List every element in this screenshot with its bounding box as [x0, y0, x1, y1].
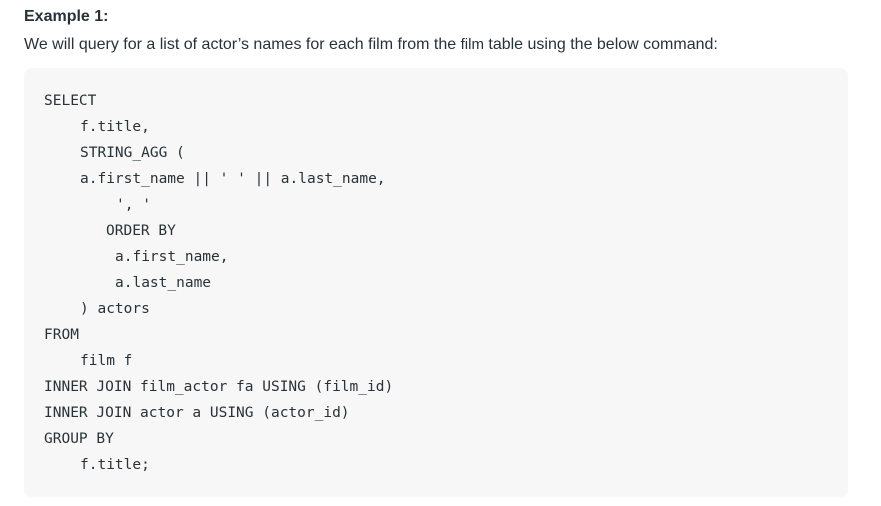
code-block[interactable]: SELECT f.title, STRING_AGG ( a.first_nam… — [24, 68, 848, 497]
code-line: SELECT — [44, 93, 97, 109]
code-line: INNER JOIN film_actor fa USING (film_id) — [44, 379, 394, 395]
intro-text-before: We will query for a list of actor’s name… — [24, 36, 461, 53]
code-line: film f — [80, 353, 133, 369]
code-line: ORDER BY — [106, 223, 176, 239]
code-line: f.title, — [80, 119, 150, 135]
code-line: FROM — [44, 327, 79, 343]
code-line: f.title; — [80, 457, 150, 473]
code-lines: SELECT f.title, STRING_AGG ( a.first_nam… — [44, 88, 393, 478]
intro-text-after: table using the below command: — [483, 36, 718, 53]
code-line: INNER JOIN actor a USING (actor_id) — [44, 405, 350, 421]
code-line: a.last_name — [115, 275, 212, 291]
code-line: GROUP BY — [44, 431, 114, 447]
intro-paragraph: We will query for a list of actor’s name… — [24, 34, 718, 56]
code-line: ) actors — [80, 301, 150, 317]
inline-code-table-name: film — [460, 36, 484, 53]
code-line: STRING_AGG ( — [80, 145, 185, 161]
code-line: ', ' — [116, 197, 151, 213]
example-heading: Example 1: — [24, 8, 109, 25]
code-line: a.first_name || ' ' || a.last_name, — [80, 171, 386, 187]
code-line: a.first_name, — [115, 249, 229, 265]
